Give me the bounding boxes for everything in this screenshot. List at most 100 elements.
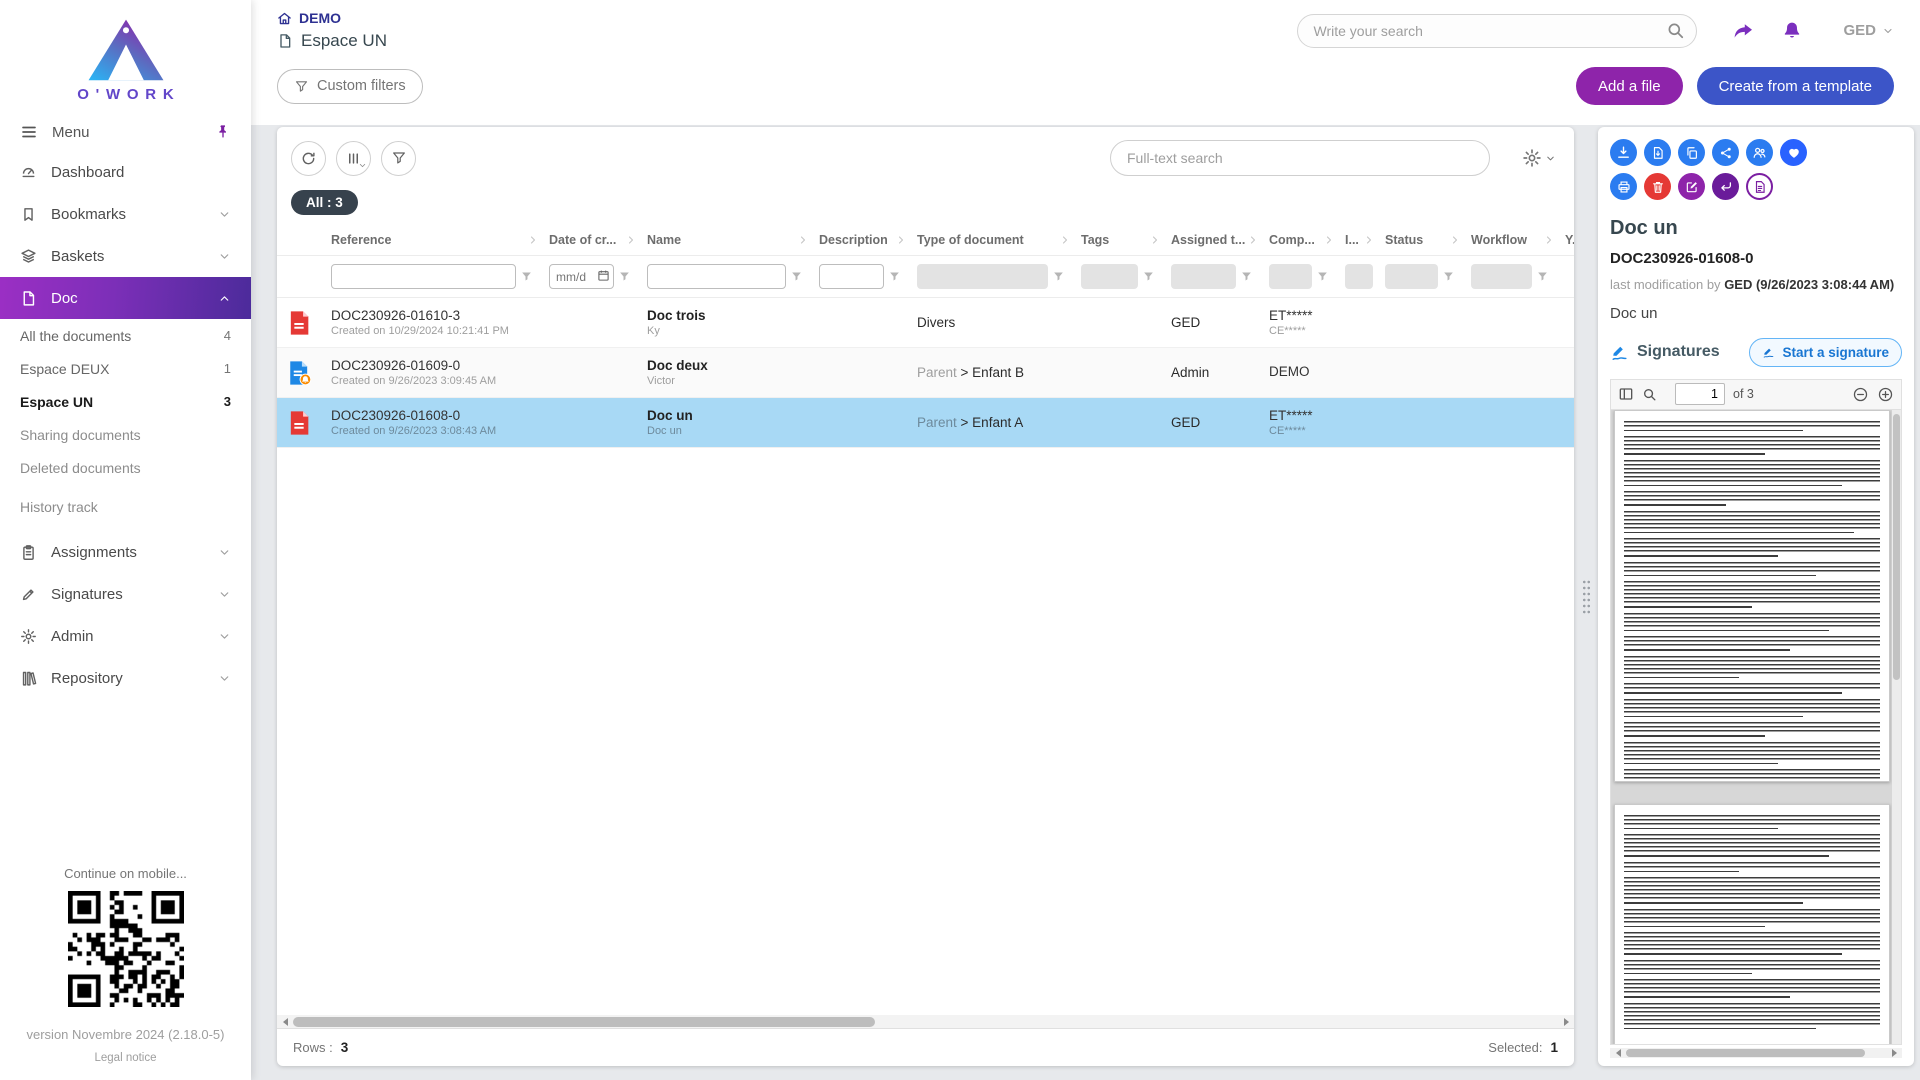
filter-icon[interactable]: [520, 270, 533, 283]
table-filter-button[interactable]: [381, 141, 416, 176]
scroll-left-button[interactable]: [277, 1015, 293, 1028]
tab-all-documents[interactable]: All : 3: [291, 190, 358, 215]
scroll-right-button[interactable]: [1886, 1047, 1902, 1060]
hamburger-icon[interactable]: [20, 123, 38, 141]
filter-icon[interactable]: [618, 270, 631, 283]
start-signature-button[interactable]: Start a signature: [1749, 338, 1902, 367]
scroll-left-button[interactable]: [1610, 1047, 1626, 1060]
download-button[interactable]: [1610, 139, 1637, 166]
pdf-search-button[interactable]: [1642, 387, 1657, 402]
filter-i-select[interactable]: [1345, 264, 1373, 289]
pdf-page-1: [1614, 410, 1890, 782]
sidebar-subitem-history-track[interactable]: History track: [0, 490, 251, 523]
pdf-viewer[interactable]: [1610, 410, 1902, 1046]
sidebar-item-assignments[interactable]: Assignments: [0, 531, 251, 573]
chevron-down-icon: [218, 208, 231, 221]
column-header-workflow[interactable]: Workflow: [1461, 225, 1555, 255]
add-file-button[interactable]: Add a file: [1576, 67, 1683, 105]
sidebar-subitem-espace-deux[interactable]: Espace DEUX 1: [0, 352, 251, 385]
column-header-type[interactable]: Type of document: [907, 225, 1071, 255]
pin-sidebar-icon[interactable]: [215, 124, 231, 140]
sidebar-item-baskets[interactable]: Baskets: [0, 235, 251, 277]
breadcrumb-root[interactable]: DEMO: [277, 10, 387, 26]
sidebar-item-repository[interactable]: Repository: [0, 657, 251, 699]
sidebar-item-signatures[interactable]: Signatures: [0, 573, 251, 615]
assign-users-button[interactable]: [1746, 139, 1773, 166]
print-button[interactable]: [1610, 173, 1637, 200]
filter-icon[interactable]: [1240, 270, 1253, 283]
scrollbar-thumb[interactable]: [1893, 414, 1900, 680]
filter-reference-input[interactable]: [331, 264, 516, 289]
edit-button[interactable]: [1678, 173, 1705, 200]
zoom-out-button[interactable]: [1852, 386, 1869, 403]
fulltext-search-input[interactable]: [1110, 140, 1490, 176]
scroll-right-button[interactable]: [1558, 1015, 1574, 1028]
filter-icon[interactable]: [888, 270, 901, 283]
column-header-company[interactable]: Comp...: [1259, 225, 1335, 255]
column-header-assigned[interactable]: Assigned t...: [1161, 225, 1259, 255]
share-document-button[interactable]: [1712, 139, 1739, 166]
sidebar-item-dashboard[interactable]: Dashboard: [0, 151, 251, 193]
table-row-selected[interactable]: DOC230926-01608-0Created on 9/26/2023 3:…: [277, 398, 1574, 448]
trash-icon: [1651, 180, 1665, 194]
filter-icon[interactable]: [1442, 270, 1455, 283]
filter-name-input[interactable]: [647, 264, 786, 289]
column-header-status[interactable]: Status: [1375, 225, 1461, 255]
filter-tags-select[interactable]: [1081, 264, 1138, 289]
sidebar-item-doc[interactable]: Doc: [0, 277, 251, 319]
filter-company-select[interactable]: [1269, 264, 1312, 289]
table-settings-button[interactable]: [1522, 148, 1556, 168]
filter-icon[interactable]: [1536, 270, 1549, 283]
dashboard-icon: [20, 164, 37, 181]
filter-icon[interactable]: [1316, 270, 1329, 283]
zoom-in-button[interactable]: [1877, 386, 1894, 403]
filter-icon[interactable]: [790, 270, 803, 283]
column-header-name[interactable]: Name: [637, 225, 809, 255]
column-header-y[interactable]: Y...: [1555, 225, 1574, 255]
column-header-i[interactable]: I...: [1335, 225, 1375, 255]
panel-resize-handle[interactable]: [1574, 127, 1598, 1066]
custom-filters-button[interactable]: Custom filters: [277, 69, 423, 104]
filter-icon[interactable]: [1052, 270, 1065, 283]
filter-workflow-select[interactable]: [1471, 264, 1532, 289]
global-search: [1297, 14, 1697, 48]
sidebar-subitem-all-documents[interactable]: All the documents 4: [0, 319, 251, 352]
pdf-sidebar-toggle-button[interactable]: [1618, 386, 1634, 402]
favorite-button[interactable]: [1780, 139, 1807, 166]
user-menu[interactable]: GED: [1843, 22, 1894, 39]
columns-button[interactable]: [336, 141, 371, 176]
filter-assigned-select[interactable]: [1171, 264, 1236, 289]
filter-status-select[interactable]: [1385, 264, 1438, 289]
filter-type-select[interactable]: [917, 264, 1048, 289]
column-header-tags[interactable]: Tags: [1071, 225, 1161, 255]
scrollbar-thumb[interactable]: [293, 1017, 875, 1027]
sidebar-subitem-deleted-documents[interactable]: Deleted documents: [0, 451, 251, 484]
column-header-date[interactable]: Date of cr...: [539, 225, 637, 255]
refresh-button[interactable]: [291, 141, 326, 176]
properties-button[interactable]: [1746, 173, 1773, 200]
download-original-button[interactable]: [1644, 139, 1671, 166]
filter-icon: [294, 79, 309, 94]
sidebar-item-admin[interactable]: Admin: [0, 615, 251, 657]
return-button[interactable]: [1712, 173, 1739, 200]
filter-icon[interactable]: [1142, 270, 1155, 283]
column-header-reference[interactable]: Reference: [321, 225, 539, 255]
sidebar-subitem-espace-un[interactable]: Espace UN 3: [0, 385, 251, 418]
column-header-description[interactable]: Description: [809, 225, 907, 255]
scrollbar-thumb[interactable]: [1626, 1049, 1865, 1057]
share-button[interactable]: [1727, 15, 1759, 47]
create-from-template-button[interactable]: Create from a template: [1697, 67, 1894, 105]
pdf-page-input[interactable]: [1675, 383, 1725, 405]
notifications-button[interactable]: [1777, 16, 1807, 46]
filter-description-input[interactable]: [819, 264, 884, 289]
global-search-input[interactable]: [1297, 14, 1697, 48]
delete-button[interactable]: [1644, 173, 1671, 200]
legal-notice-link[interactable]: Legal notice: [0, 1052, 251, 1064]
table-row[interactable]: DOC230926-01610-3Created on 10/29/2024 1…: [277, 298, 1574, 348]
sidebar-item-bookmarks[interactable]: Bookmarks: [0, 193, 251, 235]
calendar-icon[interactable]: [597, 269, 610, 282]
sidebar-subitem-sharing-documents[interactable]: Sharing documents: [0, 418, 251, 451]
minus-icon: [1852, 386, 1869, 403]
table-row[interactable]: DOC230926-01609-0Created on 9/26/2023 3:…: [277, 348, 1574, 398]
copy-button[interactable]: [1678, 139, 1705, 166]
